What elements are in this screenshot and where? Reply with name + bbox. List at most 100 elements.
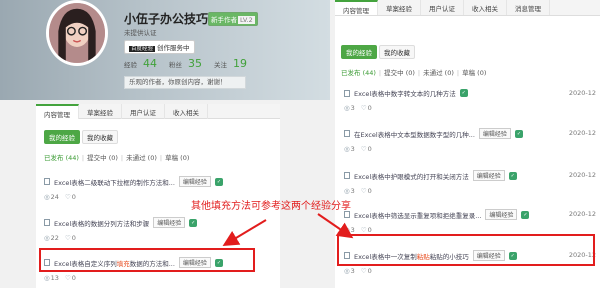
likes-count: ♡0 xyxy=(64,193,76,201)
document-icon xyxy=(344,211,350,218)
stat-value-experience[interactable]: 44 xyxy=(143,57,157,70)
tab-bar: 内容管理 草案经验 用户认证 收入相关 xyxy=(36,104,280,119)
stat-label-following: 关注 xyxy=(214,61,227,69)
rookie-badge: 新手作者 LV.2 xyxy=(208,12,258,26)
shield-icon: ✓ xyxy=(214,177,223,186)
likes-count: ♡0 xyxy=(360,187,372,195)
author-service-button[interactable]: 百度经验 创作服务中 xyxy=(124,40,195,54)
thumb-icon: ♡ xyxy=(360,145,367,153)
profile-name: 小伍子办公技巧 xyxy=(124,12,209,26)
views-count: ◎3 xyxy=(344,145,355,153)
views-count: ◎3 xyxy=(344,267,355,275)
likes-count: ♡0 xyxy=(360,226,372,234)
views-icon: ◎ xyxy=(344,267,350,275)
profile-header: 小伍子办公技巧 新手作者 LV.2 未提供认证 百度经验 创作服务中 经验 44 粉… xyxy=(0,0,330,100)
thumb-icon: ♡ xyxy=(360,226,367,234)
edit-experience-button[interactable]: 编辑经验 xyxy=(485,209,518,220)
likes-count: ♡0 xyxy=(64,234,76,242)
thumb-icon: ♡ xyxy=(64,234,71,242)
document-icon xyxy=(344,130,350,137)
views-icon: ◎ xyxy=(44,234,50,242)
author-service-label: 创作服务中 xyxy=(157,44,190,52)
subtab-bar: 我的经验 我的收藏 xyxy=(341,45,415,59)
tab-bar: 内容管理 草案经验 用户认证 收入相关 消息管理 xyxy=(335,0,600,16)
views-icon: ◎ xyxy=(344,145,350,153)
filter-published[interactable]: 已发布 (44) xyxy=(44,154,79,162)
tab-draft[interactable]: 草案经验 xyxy=(378,0,421,15)
edit-experience-button[interactable]: 编辑经验 xyxy=(178,176,211,187)
highlight-box-left xyxy=(39,248,255,272)
tab-income[interactable]: 收入相关 xyxy=(165,104,208,119)
baidu-tag: 百度经验 xyxy=(129,46,156,52)
status-filters: 已发布 (44) | 提交中 (0) | 未通过 (0) | 草稿 (0) xyxy=(341,69,487,77)
my-experience-button[interactable]: 我的经验 xyxy=(341,45,377,59)
filter-drafts[interactable]: 草稿 (0) xyxy=(165,154,189,162)
list-item: Excel表格中数字转文本的几种方法 ✓ ◎3 ♡0 xyxy=(344,88,594,112)
thumb-icon: ♡ xyxy=(64,274,71,282)
avatar[interactable] xyxy=(46,0,108,66)
tab-income[interactable]: 收入相关 xyxy=(464,0,507,15)
list-item: 在Excel表格中文本型数据数字型的几种... 编辑经验 ✓ ◎3 ♡0 xyxy=(344,128,594,153)
shield-icon: ✓ xyxy=(459,89,468,97)
views-icon: ◎ xyxy=(44,274,50,282)
views-count: ◎3 xyxy=(344,104,355,112)
stat-label-experience: 经验 xyxy=(124,61,137,69)
views-count: ◎3 xyxy=(344,226,355,234)
document-icon xyxy=(44,178,50,185)
tab-draft[interactable]: 草案经验 xyxy=(79,104,122,119)
item-title[interactable]: Excel表格中筛选显示重复项和拒绝重复录... xyxy=(354,210,481,220)
filter-submitted[interactable]: 提交中 (0) xyxy=(384,69,415,77)
my-favorites-button[interactable]: 我的收藏 xyxy=(379,45,415,59)
tab-content-management[interactable]: 内容管理 xyxy=(335,0,378,15)
status-filters: 已发布 (44) | 提交中 (0) | 未通过 (0) | 草稿 (0) xyxy=(44,154,190,162)
tab-user-cert[interactable]: 用户认证 xyxy=(421,0,464,15)
subtab-bar: 我的经验 我的收藏 xyxy=(44,130,118,144)
views-count: ◎24 xyxy=(44,193,59,201)
filter-submitted[interactable]: 提交中 (0) xyxy=(87,154,118,162)
tab-messages[interactable]: 消息管理 xyxy=(507,0,550,15)
profile-bio: 乐观的作者，你原创内容，谢谢！ xyxy=(124,76,246,89)
item-title[interactable]: Excel表格中数字转文本的几种方法 xyxy=(354,88,456,98)
filter-rejected[interactable]: 未通过 (0) xyxy=(126,154,157,162)
filter-rejected[interactable]: 未通过 (0) xyxy=(423,69,454,77)
badge-label: 新手作者 xyxy=(211,16,237,24)
profile-stats: 经验 44 粉丝 35 关注 19 xyxy=(124,57,253,70)
document-icon xyxy=(344,172,350,179)
date-label: 2020-12 xyxy=(568,171,596,179)
edit-experience-button[interactable]: 编辑经验 xyxy=(472,170,505,181)
annotation-text: 其他填充方法可参考这两个经验分享 xyxy=(191,201,351,212)
list-item: Excel表格的数据分列方法和步骤 编辑经验 ✓ ◎22 ♡0 xyxy=(44,217,274,242)
thumb-icon: ♡ xyxy=(64,193,71,201)
certification-status: 未提供认证 xyxy=(124,29,157,37)
my-experience-button[interactable]: 我的经验 xyxy=(44,130,80,144)
date-label: 2020-12 xyxy=(568,89,596,97)
item-title[interactable]: Excel表格的数据分列方法和步骤 xyxy=(54,218,149,228)
likes-count: ♡0 xyxy=(360,104,372,112)
level-label: LV.2 xyxy=(238,16,255,24)
likes-count: ♡0 xyxy=(360,267,372,275)
views-icon: ◎ xyxy=(344,187,350,195)
list-item: Excel表格中护眼模式的打开和关闭方法 编辑经验 ✓ ◎3 ♡0 xyxy=(344,170,594,195)
edit-experience-button[interactable]: 编辑经验 xyxy=(153,217,186,228)
item-title[interactable]: 在Excel表格中文本型数据数字型的几种... xyxy=(354,129,475,139)
views-icon: ◎ xyxy=(344,226,350,234)
my-favorites-button[interactable]: 我的收藏 xyxy=(82,130,118,144)
stat-value-fans[interactable]: 35 xyxy=(188,57,202,70)
item-title[interactable]: Excel表格中护眼模式的打开和关闭方法 xyxy=(354,171,469,181)
tab-user-cert[interactable]: 用户认证 xyxy=(122,104,165,119)
document-icon xyxy=(44,219,50,226)
tab-content-management[interactable]: 内容管理 xyxy=(36,104,79,119)
views-count: ◎13 xyxy=(44,274,59,282)
shield-icon: ✓ xyxy=(508,171,517,180)
date-label: 2020-12 xyxy=(568,210,596,218)
shield-icon: ✓ xyxy=(189,218,198,227)
item-title[interactable]: Excel表格二级联动下拉框的制作方法和... xyxy=(54,177,175,187)
edit-experience-button[interactable]: 编辑经验 xyxy=(478,128,511,139)
filter-published[interactable]: 已发布 (44) xyxy=(341,69,376,77)
shield-icon: ✓ xyxy=(514,129,523,138)
shield-icon: ✓ xyxy=(521,210,530,219)
stat-value-following[interactable]: 19 xyxy=(233,57,247,70)
filter-drafts[interactable]: 草稿 (0) xyxy=(462,69,486,77)
document-icon xyxy=(344,89,350,97)
views-count: ◎22 xyxy=(44,234,59,242)
